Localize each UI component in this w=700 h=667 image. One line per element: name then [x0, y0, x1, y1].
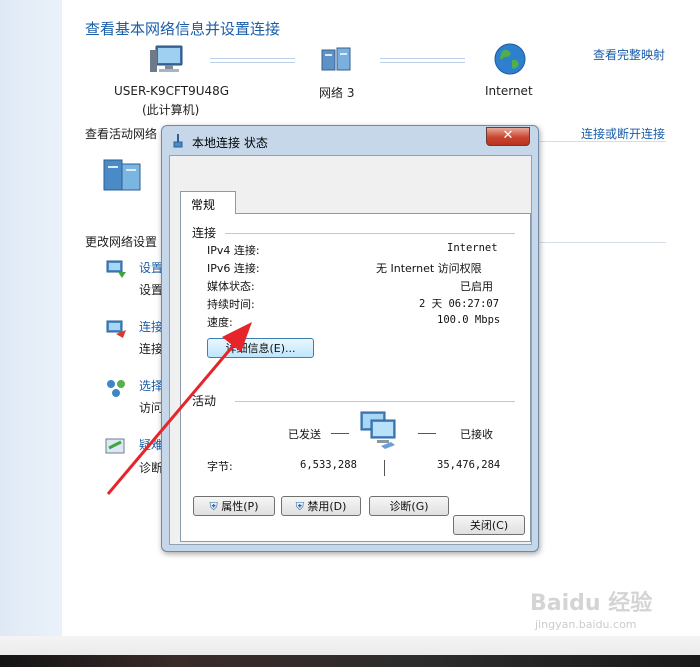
homegroup-icon	[107, 380, 125, 397]
watermark-logo: Baidu 经验	[530, 591, 653, 616]
connect-network-icon	[106, 320, 126, 338]
duration-value: 2 天 06:27:07	[419, 298, 500, 310]
task-item-desc: 诊断	[139, 461, 164, 475]
sent-label: 已发送	[288, 428, 321, 441]
disable-button[interactable]: ⛨ 禁用(D)	[281, 496, 361, 516]
local-connection-status-dialog: 本地连接 状态 ✕ 常规 连接 IPv4 连接: Internet IPv6 连…	[161, 125, 539, 552]
media-state-value: 已启用	[460, 280, 493, 293]
media-state-label: 媒体状态:	[207, 280, 255, 293]
network-activity-icon	[360, 411, 396, 449]
disable-label: 禁用(D)	[307, 500, 347, 513]
ipv4-value: Internet	[447, 242, 498, 254]
shield-icon: ⛨	[209, 500, 218, 513]
duration-label: 持续时间:	[207, 298, 255, 311]
view-full-map-link[interactable]: 查看完整映射	[593, 46, 665, 63]
task-item-desc: 连接	[139, 342, 164, 356]
group-connection-label: 连接	[192, 226, 217, 240]
dialog-body: 常规 连接 IPv4 连接: Internet IPv6 连接: 无 Inter…	[169, 155, 532, 545]
network-adapter-icon	[173, 134, 183, 148]
network-icon	[321, 47, 351, 71]
troubleshoot-icon	[105, 438, 125, 454]
properties-label: 属性(P)	[221, 500, 259, 513]
map-connector-1	[210, 58, 295, 63]
active-networks-heading: 查看活动网络	[85, 127, 158, 141]
internet-label: Internet	[485, 84, 533, 98]
dialog-title: 本地连接 状态	[192, 136, 268, 150]
connect-disconnect-link[interactable]: 连接或断开连接	[581, 125, 665, 142]
globe-icon	[494, 43, 526, 75]
computer-name: USER-K9CFT9U48G	[114, 84, 230, 98]
ipv6-value: 无 Internet 访问权限	[376, 262, 482, 275]
task-item-desc: 设置	[139, 283, 164, 297]
taskbar	[0, 655, 700, 667]
task-item-title[interactable]: 选择	[139, 377, 163, 394]
speed-label: 速度:	[207, 316, 233, 329]
general-tab-panel: 连接 IPv4 连接: Internet IPv6 连接: 无 Internet…	[180, 213, 531, 542]
page-title: 查看基本网络信息并设置连接	[85, 20, 281, 38]
group-divider	[225, 233, 515, 234]
tab-general[interactable]: 常规	[180, 191, 236, 214]
shield-icon: ⛨	[295, 500, 304, 513]
setup-connection-icon	[106, 260, 126, 278]
left-navigation-pane	[0, 0, 63, 636]
divider	[540, 242, 666, 243]
network-bench-icon	[103, 159, 141, 191]
properties-button[interactable]: ⛨ 属性(P)	[193, 496, 275, 516]
speed-value: 100.0 Mbps	[437, 314, 501, 326]
computer-sub: (此计算机)	[142, 103, 200, 117]
task-item-title[interactable]: 设置	[139, 259, 163, 276]
close-button[interactable]: 关闭(C)	[453, 515, 525, 535]
details-button[interactable]: 详细信息(E)...	[207, 338, 314, 358]
ipv6-label: IPv6 连接:	[207, 262, 260, 275]
diagnose-button[interactable]: 诊断(G)	[369, 496, 449, 516]
computer-icon	[150, 45, 183, 72]
tab-label: 常规	[191, 198, 216, 212]
activity-divider	[384, 460, 385, 476]
bytes-sent: 6,533,288	[300, 459, 357, 471]
sent-dash	[331, 433, 349, 434]
close-icon[interactable]: ✕	[486, 127, 530, 146]
map-connector-2	[380, 58, 465, 63]
received-label: 已接收	[460, 428, 493, 441]
bytes-label: 字节:	[207, 460, 233, 473]
group-divider	[235, 401, 515, 402]
task-item-title[interactable]: 连接	[139, 318, 163, 335]
bytes-received: 35,476,284	[437, 459, 501, 471]
received-dash	[418, 433, 436, 434]
task-item-title[interactable]: 疑难	[139, 436, 163, 453]
watermark-url: jingyan.baidu.com	[535, 618, 637, 631]
task-item-desc: 访问	[139, 401, 164, 415]
network-name: 网络 3	[319, 86, 355, 100]
group-activity-label: 活动	[192, 394, 217, 408]
ipv4-label: IPv4 连接:	[207, 244, 260, 257]
change-settings-heading: 更改网络设置	[85, 235, 158, 249]
